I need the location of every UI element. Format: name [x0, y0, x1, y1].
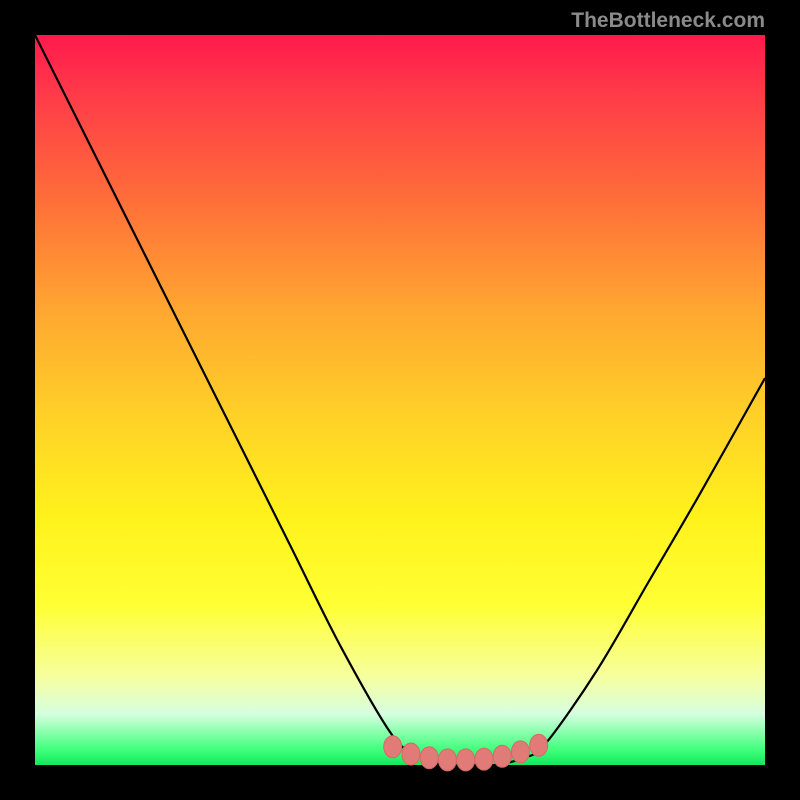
chart-overlay-svg	[0, 0, 800, 800]
curve-marker	[475, 748, 493, 770]
marker-group	[384, 734, 548, 771]
curve-marker	[493, 745, 511, 767]
curve-marker	[530, 734, 548, 756]
chart-stage: TheBottleneck.com	[0, 0, 800, 800]
bottleneck-curve	[35, 35, 765, 766]
curve-marker	[420, 747, 438, 769]
watermark-text: TheBottleneck.com	[571, 9, 765, 33]
curve-marker	[402, 743, 420, 765]
curve-marker	[511, 741, 529, 763]
curve-marker	[457, 749, 475, 771]
curve-marker	[384, 736, 402, 758]
curve-marker	[438, 749, 456, 771]
